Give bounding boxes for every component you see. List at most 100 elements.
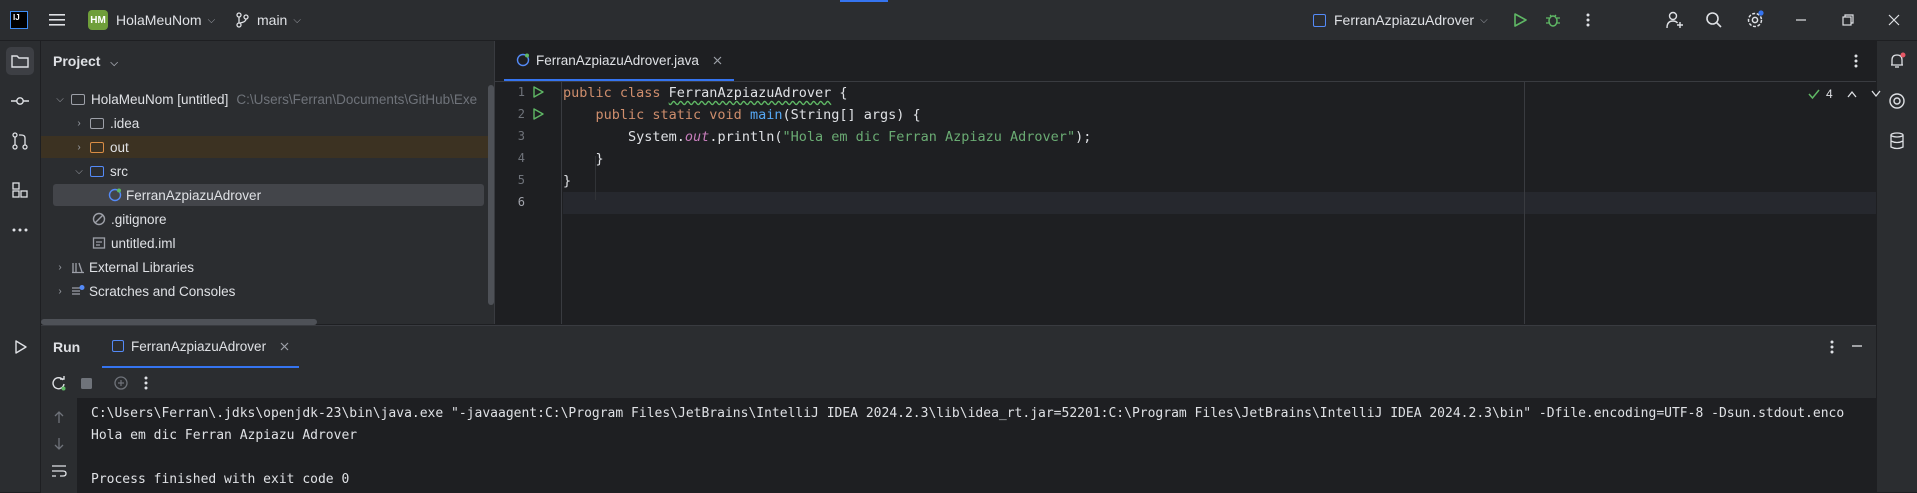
tree-item-src[interactable]: ⌵ src <box>41 160 525 182</box>
more-tools-button[interactable] <box>6 216 34 244</box>
gutter-run-class-button[interactable] <box>532 86 544 98</box>
branch-selector[interactable]: main ⌵ <box>235 0 301 40</box>
left-tool-strip <box>0 41 41 492</box>
code-line-3[interactable]: System.out.println("Hola em dic Ferran A… <box>563 129 1091 145</box>
code-line-5[interactable]: } <box>563 173 571 189</box>
stop-button[interactable] <box>81 378 92 389</box>
editor-tab-bar: FerranAzpiazuAdrover.java <box>495 41 1876 82</box>
tree-item-gitignore[interactable]: .gitignore <box>41 208 545 230</box>
notifications-button[interactable] <box>1883 47 1911 75</box>
code-line-1[interactable]: public class FerranAzpiazuAdrover { <box>563 85 848 101</box>
arrow-down-icon <box>54 438 64 450</box>
tree-item-main-class[interactable]: FerranAzpiazuAdrover <box>53 184 484 206</box>
soft-wrap-button[interactable] <box>51 464 67 478</box>
tree-item-external-libraries[interactable]: › External Libraries <box>41 256 506 278</box>
chevron-right-icon: › <box>58 285 62 297</box>
gutter-run-main-button[interactable] <box>532 108 544 120</box>
tree-item-out[interactable]: › out <box>41 136 525 158</box>
code-field: out <box>684 129 710 145</box>
arrow-up-icon <box>54 411 64 423</box>
code-method-name: main <box>749 107 783 123</box>
run-config-name: FerranAzpiazuAdrover <box>1334 12 1475 28</box>
checkmark-icon <box>1808 89 1820 100</box>
code-text: (String[] args) { <box>782 107 921 123</box>
close-tab-icon[interactable] <box>280 342 289 351</box>
hide-panel-button[interactable] <box>1851 340 1863 352</box>
run-more-button[interactable] <box>143 375 149 391</box>
scroll-up-button[interactable] <box>53 410 65 424</box>
run-config-selector[interactable]: FerranAzpiazuAdrover ⌵ <box>1313 0 1488 40</box>
tree-item-label: .gitignore <box>111 211 167 227</box>
settings-icon <box>1747 10 1764 28</box>
inspection-widget[interactable]: 4 <box>1808 87 1881 101</box>
run-panel-options-button[interactable] <box>1829 339 1835 355</box>
main-menu-button[interactable] <box>48 0 66 40</box>
rerun-button[interactable] <box>51 376 66 391</box>
code-text: .println( <box>709 129 783 145</box>
run-tab[interactable]: FerranAzpiazuAdrover <box>102 326 300 368</box>
debug-button[interactable] <box>1545 0 1561 40</box>
editor-tab[interactable]: FerranAzpiazuAdrover.java <box>504 41 734 81</box>
more-icon <box>1854 54 1858 68</box>
branch-name: main <box>257 12 288 28</box>
module-folder-icon <box>71 93 85 105</box>
tree-item-iml[interactable]: untitled.iml <box>41 232 545 254</box>
line-number: 1 <box>517 85 525 99</box>
code-keyword: public static void <box>595 107 750 123</box>
run-panel-header: Run FerranAzpiazuAdrover <box>41 326 1876 368</box>
progress-accent <box>840 0 888 2</box>
debug-attach-icon <box>114 376 128 390</box>
run-config-icon <box>1313 13 1326 27</box>
database-button[interactable] <box>1883 127 1911 155</box>
app-logo: IJ <box>10 0 28 40</box>
tree-item-project-root[interactable]: ⌵ HolaMeuNom [untitled] C:\Users\Ferran\… <box>41 88 506 110</box>
code-line-2[interactable]: public static void main(String[] args) { <box>563 107 921 123</box>
code-with-me-button[interactable] <box>1666 0 1684 40</box>
structure-tool-button[interactable] <box>6 176 34 204</box>
chevron-down-icon[interactable] <box>1871 90 1881 98</box>
commit-tool-button[interactable] <box>6 87 34 115</box>
pull-requests-tool-button[interactable] <box>6 127 34 155</box>
chevron-down-icon: ⌵ <box>56 93 64 105</box>
more-icon <box>144 376 148 390</box>
project-tool-button[interactable] <box>6 47 34 75</box>
restore-button[interactable] <box>1842 0 1854 40</box>
folder-icon <box>90 117 104 129</box>
right-tool-strip <box>1876 41 1917 492</box>
more-actions-button[interactable] <box>1585 0 1591 40</box>
chevron-down-icon: ⌵ <box>207 14 216 26</box>
project-panel-title: Project <box>53 53 101 69</box>
tree-item-path: C:\Users\Ferran\Documents\GitHub\Exe <box>236 91 478 107</box>
run-panel-title: Run <box>53 339 81 355</box>
debug-icon <box>1546 14 1560 27</box>
scroll-down-button[interactable] <box>53 437 65 451</box>
code-text: { <box>831 85 848 101</box>
close-tab-icon[interactable] <box>713 56 722 65</box>
editor-options-button[interactable] <box>1853 53 1859 69</box>
run-icon <box>533 86 544 98</box>
close-window-button[interactable] <box>1888 0 1900 40</box>
ai-assistant-button[interactable] <box>1883 87 1911 115</box>
tree-item-idea[interactable]: › .idea <box>41 112 525 134</box>
source-folder-icon <box>90 165 104 177</box>
chevron-down-icon: ⌵ <box>110 58 118 69</box>
tree-item-label: FerranAzpiazuAdrover <box>126 187 262 203</box>
attach-debugger-button[interactable] <box>113 375 129 391</box>
minimize-button[interactable] <box>1795 0 1807 40</box>
title-bar: IJ HM HolaMeuNom ⌵ main ⌵ FerranAzpiazuA… <box>0 0 1917 41</box>
code-line-4[interactable]: } <box>563 151 604 167</box>
project-panel-header[interactable]: Project ⌵ <box>53 53 118 69</box>
chevron-right-icon: › <box>77 117 81 129</box>
run-icon <box>1514 13 1527 27</box>
project-selector[interactable]: HM HolaMeuNom ⌵ <box>88 0 215 40</box>
search-button[interactable] <box>1705 0 1723 40</box>
settings-button[interactable] <box>1745 0 1765 40</box>
tree-item-scratches[interactable]: › Scratches and Consoles <box>41 280 506 302</box>
run-tool-button[interactable] <box>6 333 34 361</box>
chevron-up-icon[interactable] <box>1847 90 1857 98</box>
console-side-toolbar <box>41 398 77 493</box>
folder-icon <box>11 55 29 68</box>
run-icon <box>533 108 544 120</box>
run-button[interactable] <box>1512 0 1528 40</box>
chevron-down-icon: ⌵ <box>1480 14 1488 26</box>
